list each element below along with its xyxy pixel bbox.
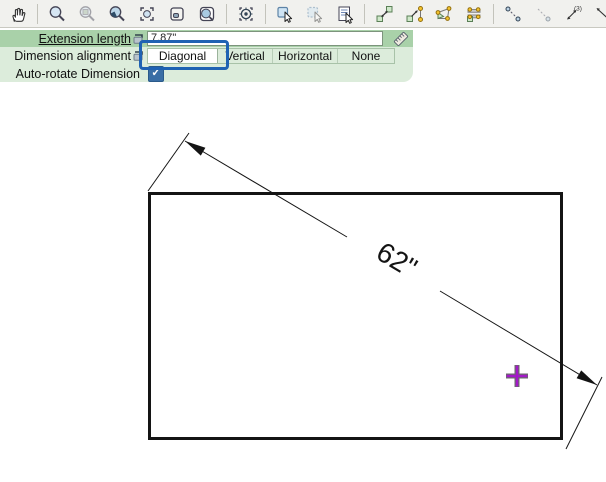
dimension-arrowhead-bottom — [576, 370, 597, 385]
drawn-rectangle[interactable] — [148, 192, 563, 440]
dimension-line-a — [184, 140, 348, 238]
default-link-icon[interactable] — [131, 49, 147, 63]
alignment-option-horizontal[interactable]: Horizontal — [273, 49, 338, 63]
dimension-alignment-row: Dimension alignment Diagonal Vertical Ho… — [0, 47, 413, 65]
auto-rotate-row: Auto-rotate Dimension ✓ — [0, 65, 413, 82]
alignment-option-vertical[interactable]: Vertical — [218, 49, 273, 63]
dimension-arrowhead-top — [185, 141, 206, 156]
extension-line-top — [147, 132, 190, 192]
alignment-option-diagonal[interactable]: Diagonal — [148, 49, 218, 63]
crosshair-cursor — [506, 365, 528, 387]
alignment-segmented-control: Diagonal Vertical Horizontal None — [147, 48, 395, 64]
checkmark-icon: ✓ — [151, 67, 161, 79]
auto-rotate-checkbox[interactable]: ✓ — [148, 65, 164, 82]
extension-length-input[interactable]: 7.87" — [147, 31, 383, 46]
extension-line-bottom — [565, 376, 603, 450]
default-link-icon[interactable] — [131, 32, 147, 46]
dimension-alignment-label: Dimension alignment — [14, 49, 131, 63]
extension-length-label[interactable]: Extension length — [0, 32, 131, 46]
alignment-option-none[interactable]: None — [338, 49, 394, 63]
extension-length-row: Extension length 7.87" — [0, 30, 413, 47]
dimension-properties-panel: Extension length 7.87" Dimension alignme… — [0, 30, 413, 82]
measure-ruler-icon[interactable] — [392, 30, 410, 47]
auto-rotate-label: Auto-rotate Dimension — [15, 66, 140, 81]
dimension-label[interactable]: 62" — [371, 236, 422, 284]
